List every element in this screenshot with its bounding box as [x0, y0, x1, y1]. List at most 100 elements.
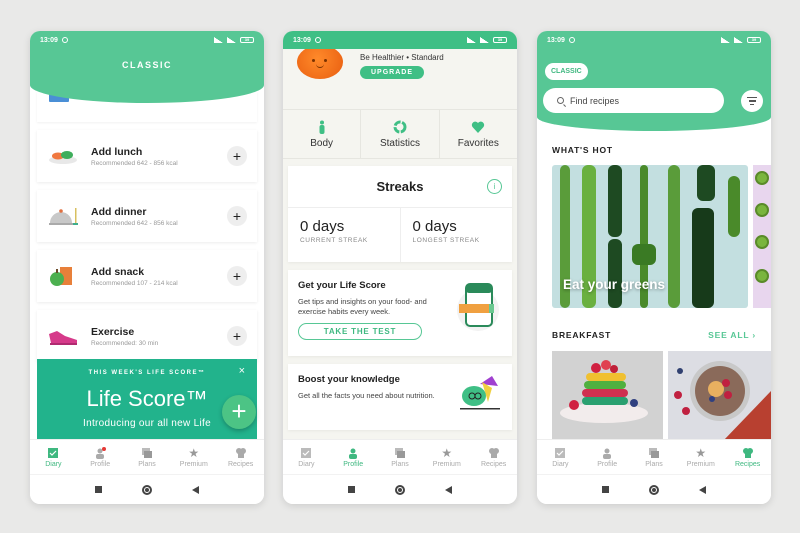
reading-pig-icon	[458, 376, 502, 412]
streaks-title: Streaks	[376, 179, 424, 194]
filter-button[interactable]	[741, 90, 763, 112]
whats-hot-title: WHAT'S HOT	[552, 145, 613, 155]
add-snack-button[interactable]: +	[227, 266, 247, 286]
hot-recipe-label: Eat your greens	[563, 277, 666, 292]
search-placeholder: Find recipes	[570, 95, 620, 106]
recipes-header: 13:09 39 CLASSIC Find recipes	[537, 31, 771, 131]
nav-label: Recipes	[480, 460, 507, 468]
meal-card-exercise[interactable]: Exercise Recommended: 30 min +	[37, 310, 257, 362]
battery-icon: 39	[240, 37, 254, 43]
recents-button[interactable]	[602, 486, 609, 493]
nav-recipes[interactable]: Recipes	[724, 440, 771, 474]
nav-plans[interactable]: Plans	[124, 440, 171, 474]
streaks-card: Streaks i 0 days CURRENT STREAK 0 days LO…	[288, 166, 512, 262]
meal-card-dinner[interactable]: Add dinner Recommended 642 - 856 kcal +	[37, 190, 257, 242]
avatar[interactable]	[297, 45, 343, 79]
knowledge-card-body: Get all the facts you need about nutriti…	[298, 391, 435, 400]
knowledge-card[interactable]: Boost your knowledge Get all the facts y…	[288, 364, 512, 430]
upgrade-button[interactable]: UPGRADE	[360, 66, 424, 79]
tile-statistics[interactable]: Statistics	[361, 110, 440, 158]
breakfast-recipe-card[interactable]	[668, 351, 771, 441]
meal-recommendation: Recommended: 30 min	[91, 339, 159, 347]
alarm-icon	[61, 37, 68, 43]
diary-title: CLASSIC	[121, 60, 172, 70]
home-button[interactable]	[142, 484, 152, 495]
nav-plans[interactable]: Plans	[377, 440, 424, 474]
nav-recipes[interactable]: Recipes	[217, 440, 264, 474]
life-score-card[interactable]: Get your Life Score Get tips and insight…	[288, 270, 512, 356]
battery-icon: 39	[747, 37, 761, 43]
nav-recipes[interactable]: Recipes	[470, 440, 517, 474]
current-streak: 0 days CURRENT STREAK	[288, 208, 401, 262]
nav-diary[interactable]: Diary	[283, 440, 330, 474]
add-fab-button[interactable]: +	[222, 395, 256, 429]
recents-button[interactable]	[348, 486, 355, 493]
profile-screen: 13:09 39 Be Healthier • Standard UPGRADE…	[283, 31, 517, 504]
meal-card-lunch[interactable]: Add lunch Recommended 642 - 856 kcal +	[37, 130, 257, 182]
info-icon[interactable]: i	[487, 179, 502, 194]
diary-screen: 13:09 39 CLASSIC Add lunch Recommended 6…	[30, 31, 264, 504]
longest-streak-value: 0 days	[412, 218, 457, 235]
plan-text: Be Healthier • Standard	[360, 53, 444, 62]
nav-label: Profile	[597, 460, 618, 468]
bottom-nav: Diary Profile Plans ★ Premium Recipes	[283, 439, 517, 474]
nav-profile[interactable]: Profile	[330, 440, 377, 474]
tile-favorites[interactable]: Favorites	[440, 110, 517, 158]
nav-label: Diary	[552, 460, 569, 468]
signal-icon	[214, 37, 223, 43]
back-button[interactable]	[192, 485, 199, 494]
hot-recipe-card-next[interactable]	[753, 165, 771, 308]
longest-streak: 0 days LONGEST STREAK	[401, 208, 513, 262]
plans-icon	[141, 447, 153, 459]
classic-pill[interactable]: CLASSIC	[545, 63, 588, 80]
close-icon[interactable]: ×	[239, 365, 245, 377]
nav-profile[interactable]: Profile	[584, 440, 631, 474]
nav-diary[interactable]: Diary	[30, 440, 77, 474]
recipe-search-input[interactable]: Find recipes	[543, 88, 724, 113]
nav-label: Recipes	[734, 460, 761, 468]
meal-recommendation: Recommended 107 - 214 kcal	[91, 279, 178, 287]
filter-icon	[747, 97, 757, 99]
add-lunch-button[interactable]: +	[227, 146, 247, 166]
status-time: 13:09	[547, 36, 565, 44]
tile-label: Favorites	[457, 137, 499, 149]
home-button[interactable]	[649, 484, 659, 495]
status-bar: 13:09 39	[30, 31, 264, 49]
chef-hat-icon	[488, 447, 500, 459]
see-all-link[interactable]: SEE ALL ›	[708, 330, 756, 340]
plans-icon	[648, 447, 660, 459]
add-exercise-button[interactable]: +	[227, 326, 247, 346]
nav-label: Plans	[391, 460, 409, 468]
status-bar-bg: 13:09 39	[283, 31, 517, 49]
take-test-button[interactable]: TAKE THE TEST	[298, 323, 422, 340]
profile-icon	[601, 447, 613, 459]
nav-label: Plans	[645, 460, 663, 468]
nav-premium[interactable]: ★ Premium	[677, 440, 724, 474]
breakfast-recipe-card[interactable]	[552, 351, 663, 441]
status-bar: 13:09 39	[283, 31, 517, 49]
nav-label: Premium	[686, 460, 715, 468]
nav-label: Profile	[343, 460, 364, 468]
recents-button[interactable]	[95, 486, 102, 493]
back-button[interactable]	[699, 485, 706, 494]
back-button[interactable]	[445, 485, 452, 494]
tile-label: Body	[310, 137, 334, 149]
apple-juice-icon	[47, 265, 79, 287]
nav-profile[interactable]: Profile	[77, 440, 124, 474]
meal-title: Add dinner	[91, 205, 147, 218]
nav-plans[interactable]: Plans	[631, 440, 678, 474]
nav-label: Diary	[45, 460, 62, 468]
system-nav	[283, 474, 517, 504]
system-nav	[30, 474, 264, 504]
pancake-stack-image	[560, 360, 648, 423]
breakfast-title: BREAKFAST	[552, 330, 612, 340]
tile-body[interactable]: Body	[283, 110, 362, 158]
nav-premium[interactable]: ★ Premium	[423, 440, 470, 474]
nav-premium[interactable]: ★ Premium	[170, 440, 217, 474]
meal-card-snack[interactable]: Add snack Recommended 107 - 214 kcal +	[37, 250, 257, 302]
home-button[interactable]	[395, 484, 405, 495]
add-dinner-button[interactable]: +	[227, 206, 247, 226]
nav-diary[interactable]: Diary	[537, 440, 584, 474]
hot-recipe-card[interactable]: Eat your greens	[552, 165, 748, 308]
salad-icon	[47, 145, 79, 167]
